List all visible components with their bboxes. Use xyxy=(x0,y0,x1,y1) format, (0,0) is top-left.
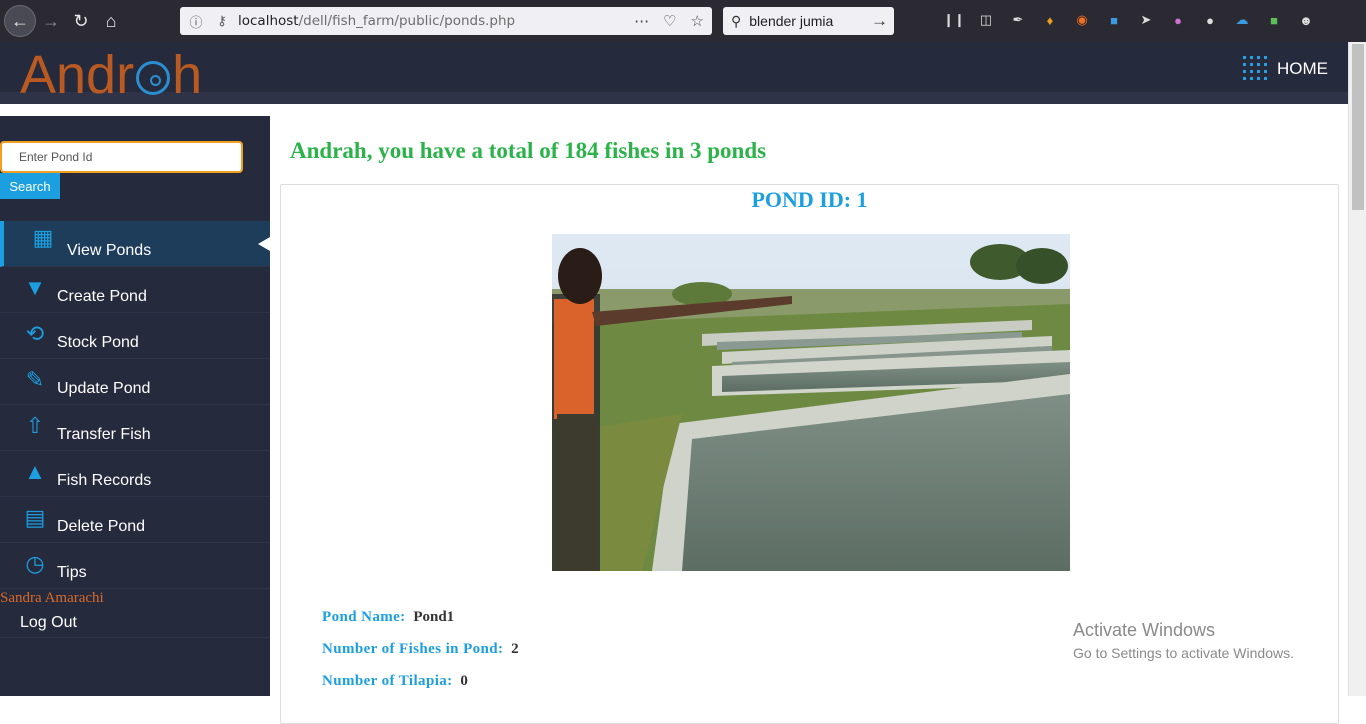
pond-id-placeholder: Enter Pond Id xyxy=(19,150,93,164)
back-arrow-icon[interactable]: ← xyxy=(4,5,36,37)
detail-row-fishes: Number of Fishes in Pond: 2 xyxy=(322,641,519,673)
sidebar-item-create-pond[interactable]: ▼ Create Pond xyxy=(0,267,270,313)
sidebar-menu: ▦ View Ponds ▼ Create Pond ⟲ Stock Pond … xyxy=(0,221,270,589)
cloud-extension-icon[interactable]: ☁ xyxy=(1232,9,1252,31)
watermark-subtitle: Go to Settings to activate Windows. xyxy=(1073,645,1294,661)
home-icon[interactable]: ⌂ xyxy=(96,6,126,36)
watermark-title: Activate Windows xyxy=(1073,620,1216,640)
fishes-count-value: 2 xyxy=(511,641,519,657)
search-box-text: blender jumia xyxy=(749,13,834,29)
ip-extension-icon[interactable]: ● xyxy=(1200,9,1220,31)
logo-eye-icon xyxy=(136,61,171,95)
sidebar-item-label: Tips xyxy=(57,564,87,581)
logo[interactable]: Andr h xyxy=(20,44,202,106)
address-bar[interactable]: ⓘ ⚷ localhost/dell/fish_farm/public/pond… xyxy=(180,7,712,35)
sidebar-item-label: Create Pond xyxy=(57,288,147,305)
pond-name-value: Pond1 xyxy=(413,609,455,625)
user-name: Sandra Amarachi xyxy=(0,590,104,606)
fishes-count-label: Number of Fishes in Pond: xyxy=(322,641,504,657)
eyedropper-icon[interactable]: ✒ xyxy=(1008,9,1028,31)
fi-extension-icon[interactable]: ■ xyxy=(1104,9,1124,31)
refresh-icon: ⟲ xyxy=(25,321,45,346)
url-host: localhost xyxy=(238,13,299,29)
grid-icon: ▦ xyxy=(32,225,54,250)
sidebar-item-label: Stock Pond xyxy=(57,334,139,351)
search-icon: ⚲ xyxy=(731,12,742,29)
pond-id-input[interactable]: Enter Pond Id xyxy=(0,141,243,173)
detail-row-tilapia: Number of Tilapia: 0 xyxy=(322,673,519,705)
site-header: Andr h HOME xyxy=(0,42,1348,106)
sidebar-item-view-ponds[interactable]: ▦ View Ponds xyxy=(0,221,270,267)
main-content: Andrah, you have a total of 184 fishes i… xyxy=(270,116,1348,724)
pond-title: POND ID: 1 xyxy=(751,187,868,212)
sidebar-item-label: Delete Pond xyxy=(57,518,146,535)
pocket-icon[interactable]: ♡ xyxy=(663,12,676,30)
flask-icon: ▲ xyxy=(24,459,46,484)
detail-row-name: Pond Name: Pond1 xyxy=(322,609,519,641)
sidebar-item-fish-records[interactable]: ▲ Fish Records xyxy=(0,451,270,497)
sidebar-icon[interactable]: ◫ xyxy=(976,9,996,31)
toolbar-extensions: ❙❙ ◫ ✒ ♦ ◉ ■ ➤ ● ● ☁ ■ ☻ xyxy=(943,9,1316,31)
url-path: /dell/fish_farm/public/ponds.php xyxy=(298,13,516,29)
glasses-extension-icon[interactable]: ◉ xyxy=(1072,9,1092,31)
shield-extension-icon[interactable]: ♦ xyxy=(1040,9,1060,31)
pond-photo xyxy=(552,234,1070,571)
bookmark-star-icon[interactable]: ☆ xyxy=(691,12,704,30)
home-label: HOME xyxy=(1277,59,1328,78)
page-scrollbar[interactable] xyxy=(1348,42,1366,696)
tilapia-count-label: Number of Tilapia: xyxy=(322,673,453,689)
reload-icon[interactable]: ↻ xyxy=(66,6,96,36)
sidebar: Enter Pond Id Search ▦ View Ponds ▼ Crea… xyxy=(0,116,270,696)
cursor-extension-icon[interactable]: ➤ xyxy=(1136,9,1156,31)
tilapia-count-value: 0 xyxy=(460,673,468,689)
windows-activation-watermark: Activate Windows Go to Settings to activ… xyxy=(1073,620,1294,661)
sidebar-item-label: Update Pond xyxy=(57,380,151,397)
more-icon[interactable]: ⋯ xyxy=(634,12,649,30)
archive-icon: ▤ xyxy=(24,505,46,530)
bu-extension-icon[interactable]: ■ xyxy=(1264,9,1284,31)
browser-toolbar: ← → ↻ ⌂ ⓘ ⚷ localhost/dell/fish_farm/pub… xyxy=(0,0,1366,42)
search-button[interactable]: Search xyxy=(0,173,60,199)
sidebar-item-label: Transfer Fish xyxy=(57,426,151,443)
search-box[interactable]: ⚲ blender jumia → xyxy=(723,7,894,35)
grid-dots-icon xyxy=(1243,56,1269,82)
scrollbar-thumb[interactable] xyxy=(1352,44,1364,210)
library-icon[interactable]: ❙❙ xyxy=(943,9,965,31)
pond-details: Pond Name: Pond1 Number of Fishes in Pon… xyxy=(322,609,519,705)
profile-avatar-icon[interactable]: ☻ xyxy=(1296,9,1316,31)
sidebar-item-label: View Ponds xyxy=(67,242,152,259)
basket-icon: ▼ xyxy=(24,275,46,300)
page-headline: Andrah, you have a total of 184 fishes i… xyxy=(290,138,767,163)
sidebar-item-tips[interactable]: ◷ Tips xyxy=(0,543,270,589)
home-link[interactable]: HOME xyxy=(1243,56,1328,82)
key-icon: ⚷ xyxy=(217,13,227,28)
search-go-arrow-icon[interactable]: → xyxy=(871,11,888,31)
pencil-icon: ✎ xyxy=(25,367,45,392)
pond-name-label: Pond Name: xyxy=(322,609,406,625)
transfer-basket-icon: ⇧ xyxy=(25,413,45,438)
forward-arrow-icon[interactable]: → xyxy=(36,6,66,36)
info-icon[interactable]: ⓘ xyxy=(186,12,206,31)
logout-link[interactable]: Log Out xyxy=(0,608,270,638)
url-text: localhost/dell/fish_farm/public/ponds.ph… xyxy=(238,13,515,29)
sidebar-item-label: Fish Records xyxy=(57,472,152,489)
sidebar-item-stock-pond[interactable]: ⟲ Stock Pond xyxy=(0,313,270,359)
sidebar-item-update-pond[interactable]: ✎ Update Pond xyxy=(0,359,270,405)
color-wheel-icon[interactable]: ● xyxy=(1168,9,1188,31)
sidebar-item-delete-pond[interactable]: ▤ Delete Pond xyxy=(0,497,270,543)
sidebar-item-transfer-fish[interactable]: ⇧ Transfer Fish xyxy=(0,405,270,451)
clock-icon: ◷ xyxy=(25,551,45,576)
